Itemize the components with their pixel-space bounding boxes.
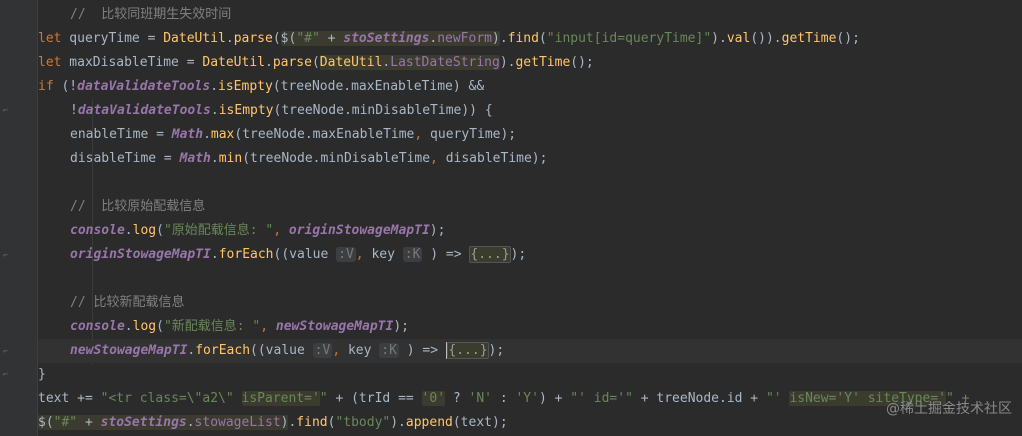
code-area[interactable]: // 比较同班期生失效时间 let queryTime = DateUtil.p… [38, 0, 1022, 436]
comment: // 比较新配载信息 [70, 295, 185, 310]
watermark: @稀土掘金技术社区 [886, 401, 1012, 417]
code-line: let maxDisableTime = DateUtil.parse(Date… [38, 55, 594, 70]
highlighted-expression: $("#" + stoSettings.stowageList) [38, 415, 289, 430]
highlighted-expression: $("#" + stoSettings.newForm) [280, 31, 500, 46]
type-hint: :V [336, 247, 356, 262]
code-editor[interactable]: ⌐ ⌐ ⌐ ⌐ // 比较同班期生失效时间 let queryTime = Da… [0, 0, 1022, 436]
type-hint: :V [312, 343, 333, 358]
code-line: if (!dataValidateTools.isEmpty(treeNode.… [38, 79, 485, 94]
code-line: // 比较同班期生失效时间 [38, 3, 1022, 27]
type-hint: :K [402, 247, 423, 262]
code-line: } [38, 367, 46, 382]
code-line: console.log("新配载信息: ", newStowageMapTI); [70, 319, 409, 334]
folded-block[interactable]: {...} [469, 246, 511, 263]
editor-gutter: ⌐ ⌐ ⌐ ⌐ [0, 0, 38, 436]
code-line: originStowageMapTI.forEach((value :V, ke… [70, 246, 527, 263]
fold-marker-icon[interactable]: ⌐ [3, 251, 10, 260]
code-line: enableTime = Math.max(treeNode.maxEnable… [70, 127, 517, 142]
code-line: console.log("原始配载信息: ", originStowageMap… [70, 223, 446, 238]
code-line: text += "<tr class=\"a2\" isParent='" + … [38, 391, 970, 406]
fold-marker-icon[interactable]: ⌐ [3, 347, 10, 356]
type-hint: :K [379, 343, 399, 358]
folded-block[interactable]: {...} [447, 342, 489, 359]
keyword: if [38, 79, 54, 94]
comment: // 比较原始配载信息 [70, 199, 206, 214]
code-line: // 比较原始配载信息 [38, 195, 1022, 219]
comment: // 比较同班期生失效时间 [70, 7, 232, 22]
highlighted-expression: DateUtil.LastDateString [319, 55, 500, 70]
current-code-line: newStowageMapTI.forEach((value :V, key :… [38, 339, 1022, 363]
code-line: !dataValidateTools.isEmpty(treeNode.minD… [70, 103, 493, 118]
keyword: let [38, 31, 62, 46]
code-line: let queryTime = DateUtil.parse($("#" + s… [38, 31, 860, 46]
code-line: disableTime = Math.min(treeNode.minDisab… [70, 151, 548, 166]
fold-marker-icon[interactable]: ⌐ [3, 370, 10, 379]
keyword: let [38, 55, 62, 70]
code-line: // 比较新配载信息 [38, 291, 1022, 315]
code-line: $("#" + stoSettings.stowageList).find("t… [38, 415, 508, 430]
fold-marker-icon[interactable]: ⌐ [3, 106, 10, 115]
